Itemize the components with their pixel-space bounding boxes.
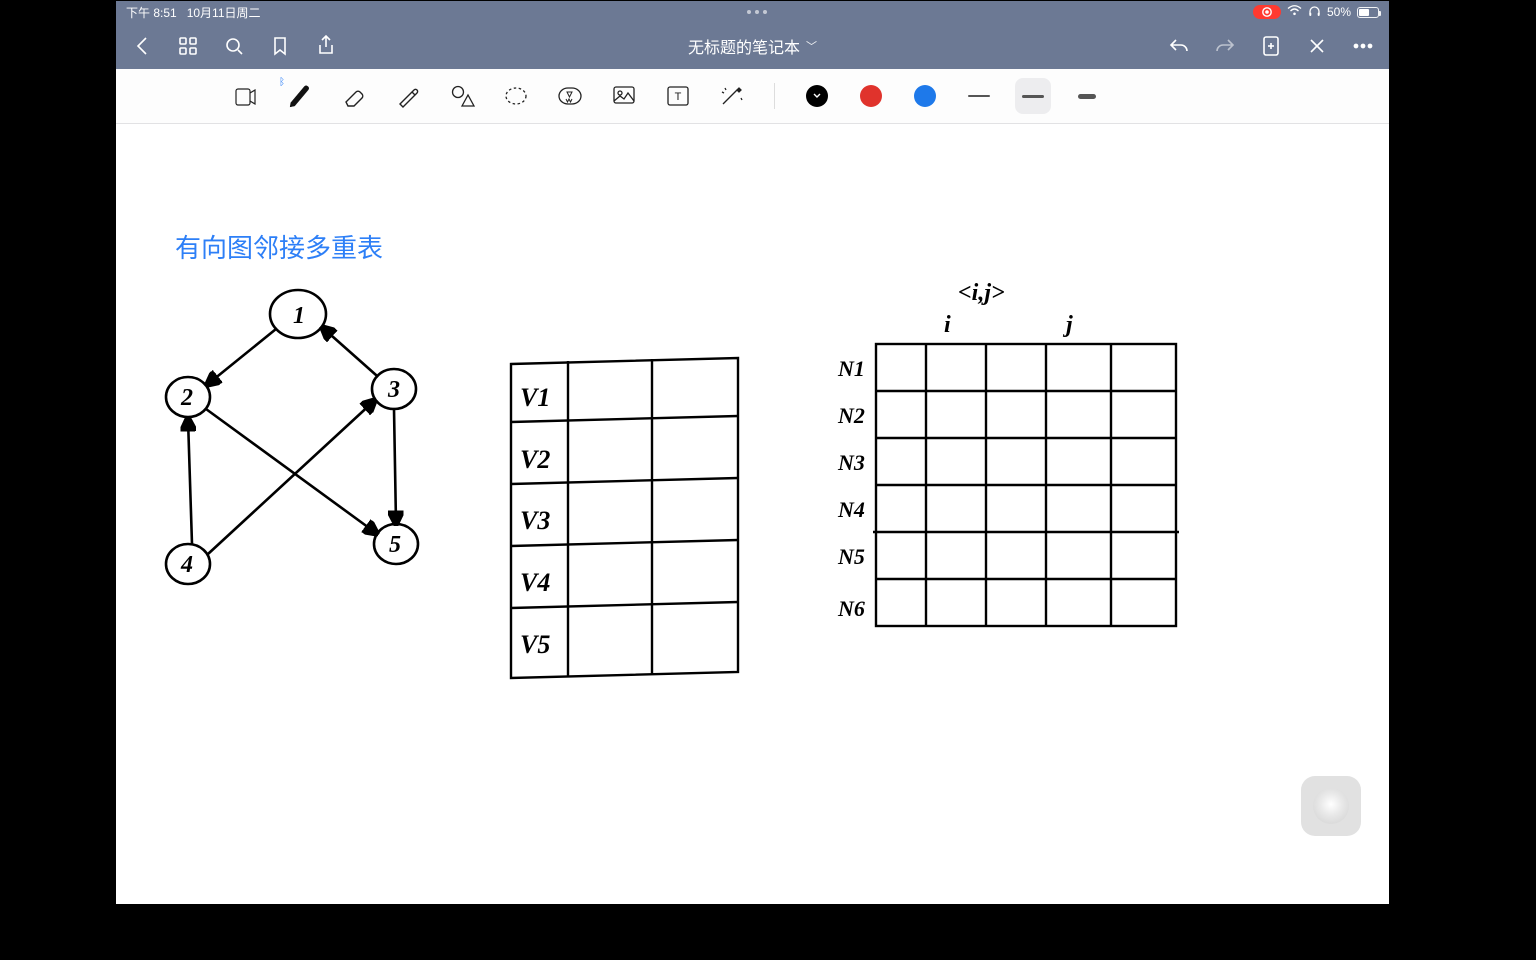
- color-black[interactable]: [799, 78, 835, 114]
- chevron-down-icon: ﹀: [806, 38, 817, 54]
- vertex-table: V1 V2 V3 V4 V5: [506, 356, 756, 686]
- view-mode-button[interactable]: [228, 78, 264, 114]
- svg-text:N2: N2: [837, 403, 865, 428]
- status-bar: 下午 8:51 10月11日周二 50%: [116, 1, 1389, 23]
- headphones-icon: [1308, 5, 1321, 20]
- eraser-tool[interactable]: [336, 78, 372, 114]
- status-date: 10月11日周二: [187, 4, 261, 21]
- svg-text:i: i: [944, 312, 951, 338]
- bluetooth-icon: ᛒ: [279, 77, 285, 88]
- device-frame: 下午 8:51 10月11日周二 50%: [116, 1, 1389, 904]
- screen-record-indicator[interactable]: [1253, 5, 1281, 19]
- graph-drawing: 1 2 3 4 5: [138, 279, 428, 609]
- more-button[interactable]: [1351, 34, 1375, 58]
- svg-text:N6: N6: [837, 596, 865, 621]
- note-canvas[interactable]: 有向图邻接多重表: [116, 124, 1389, 904]
- svg-text:j: j: [1062, 312, 1073, 338]
- assistive-touch-button[interactable]: [1301, 776, 1361, 836]
- highlighter-tool[interactable]: [390, 78, 426, 114]
- stroke-thin[interactable]: [961, 78, 997, 114]
- separator: [774, 83, 775, 109]
- status-time: 下午 8:51: [126, 4, 177, 21]
- magic-tool[interactable]: [714, 78, 750, 114]
- canvas-heading: 有向图邻接多重表: [175, 228, 383, 265]
- svg-text:<i,j>: <i,j>: [958, 280, 1005, 306]
- battery-percent: 50%: [1327, 5, 1351, 19]
- undo-button[interactable]: [1167, 34, 1191, 58]
- wifi-icon: [1287, 5, 1302, 19]
- stroke-thick[interactable]: [1069, 78, 1105, 114]
- svg-text:T: T: [675, 91, 682, 103]
- svg-text:1: 1: [293, 303, 305, 329]
- thumbnails-button[interactable]: [176, 34, 200, 58]
- svg-text:2: 2: [180, 385, 193, 411]
- svg-text:V4: V4: [520, 568, 550, 597]
- back-button[interactable]: [130, 34, 154, 58]
- battery-icon: [1357, 7, 1379, 18]
- svg-text:3: 3: [387, 377, 400, 403]
- svg-text:N5: N5: [837, 544, 865, 569]
- svg-text:N3: N3: [837, 450, 865, 475]
- svg-text:V1: V1: [520, 383, 550, 412]
- close-button[interactable]: [1305, 34, 1329, 58]
- svg-text:4: 4: [180, 552, 193, 578]
- stickers-tool[interactable]: [552, 78, 588, 114]
- image-tool[interactable]: [606, 78, 642, 114]
- tool-bar: ᛒ T: [116, 69, 1389, 124]
- search-button[interactable]: [222, 34, 246, 58]
- document-title[interactable]: 无标题的笔记本 ﹀: [688, 34, 817, 58]
- bookmark-button[interactable]: [268, 34, 292, 58]
- pen-tool[interactable]: ᛒ: [282, 78, 318, 114]
- color-blue[interactable]: [907, 78, 943, 114]
- document-title-text: 无标题的笔记本: [688, 34, 800, 58]
- add-page-button[interactable]: [1259, 34, 1283, 58]
- shapes-tool[interactable]: [444, 78, 480, 114]
- multitasking-dots[interactable]: [261, 10, 1253, 14]
- svg-text:V5: V5: [520, 630, 550, 659]
- color-red[interactable]: [853, 78, 889, 114]
- svg-text:N4: N4: [837, 497, 865, 522]
- svg-text:N1: N1: [837, 356, 865, 381]
- text-tool[interactable]: T: [660, 78, 696, 114]
- svg-text:5: 5: [389, 532, 401, 558]
- stroke-medium[interactable]: [1015, 78, 1051, 114]
- share-button[interactable]: [314, 34, 338, 58]
- svg-text:V3: V3: [520, 506, 550, 535]
- redo-button[interactable]: [1213, 34, 1237, 58]
- edge-table: <i,j> i j N1 N2 N3 N4 N5: [816, 276, 1196, 636]
- lasso-tool[interactable]: [498, 78, 534, 114]
- svg-text:V2: V2: [520, 445, 550, 474]
- nav-bar: 无标题的笔记本 ﹀: [116, 23, 1389, 69]
